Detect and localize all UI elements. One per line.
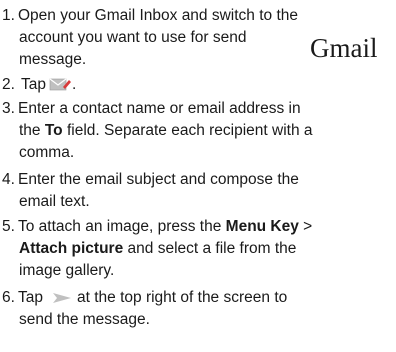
step-text-line: Tap .: [21, 74, 76, 98]
step-text: and select a file from the: [123, 240, 297, 257]
step-text-line: comma.: [19, 144, 75, 161]
step-text-line: the To field. Separate each recipient wi…: [19, 120, 313, 142]
step-text-line: message.: [19, 51, 87, 68]
send-arrow-icon: [53, 289, 71, 311]
step-number: 6.: [2, 289, 15, 306]
attach-picture-label: Attach picture: [19, 240, 124, 257]
step-number: 1.: [2, 7, 15, 24]
step-text-line: Enter a contact name or email address in: [18, 100, 301, 117]
step-text-line: Open your Gmail Inbox and switch to the: [18, 7, 299, 24]
step-text: Tap: [21, 76, 46, 93]
step-number: 3.: [2, 100, 15, 117]
step-text: field. Separate each recipient with a: [62, 122, 313, 139]
step-text: at the top right of the screen to: [77, 289, 288, 306]
step-text-line: Attach picture and select a file from th…: [19, 238, 296, 260]
step-text: To attach an image, press the: [18, 218, 226, 235]
step-text-line: image gallery.: [19, 262, 115, 279]
compose-mail-icon: [49, 76, 71, 98]
field-name-to: To: [44, 122, 63, 139]
step-text: >: [298, 218, 313, 235]
step-text-line: account you want to use for send: [19, 29, 247, 46]
step-number: 4.: [2, 171, 15, 188]
step-text-line: Tap at the top right of the screen to: [18, 287, 287, 311]
gmail-watermark-text: Gmail: [308, 33, 380, 64]
instructions-document: 1. Open your Gmail Inbox and switch to t…: [0, 0, 396, 352]
step-text: Tap: [18, 289, 43, 306]
step-number: 2.: [2, 76, 15, 93]
step-number: 5.: [2, 218, 15, 235]
step-text-line: To attach an image, press the Menu Key >: [18, 216, 312, 238]
step-text-line: email text.: [19, 193, 90, 210]
step-text-line: Enter the email subject and compose the: [18, 171, 299, 188]
step-text: the: [19, 122, 45, 139]
step-text-line: send the message.: [19, 311, 150, 328]
step-text: .: [72, 76, 77, 93]
menu-key-label: Menu Key: [225, 218, 299, 235]
